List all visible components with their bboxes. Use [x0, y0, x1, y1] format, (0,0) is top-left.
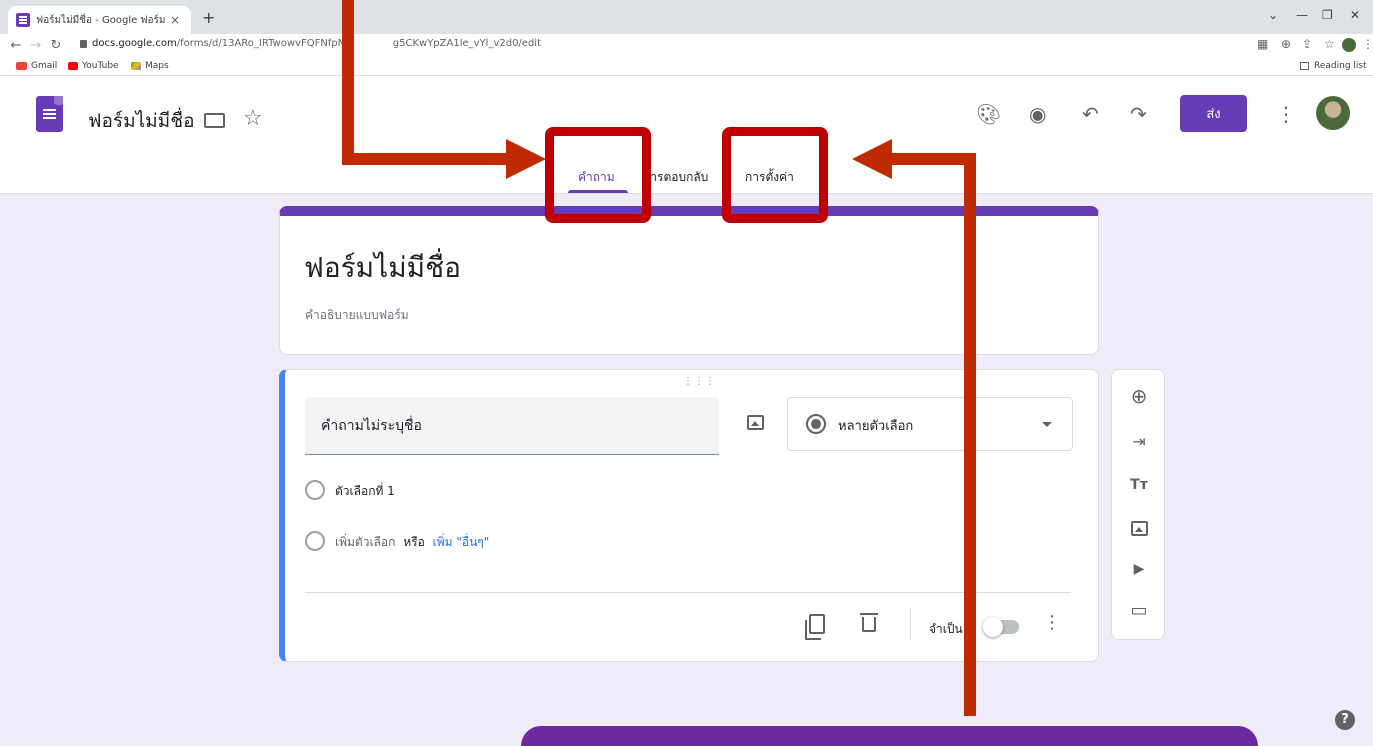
question-title-input[interactable]: คำถามไม่ระบุชื่อ — [305, 397, 719, 455]
highlight-box-settings — [722, 127, 828, 223]
add-image-icon[interactable] — [747, 415, 764, 430]
add-option-radio-icon — [305, 531, 325, 551]
browser-tab[interactable]: ฟอร์มไม่มีชื่อ - Google ฟอร์ม × — [8, 6, 191, 34]
browser-toolbar: ← → ↻ docs.google.com/forms/d/13ARo_IRTw… — [0, 34, 1373, 58]
add-option-link[interactable]: เพิ่มตัวเลือก — [335, 535, 395, 549]
required-label: จำเป็น — [929, 622, 963, 636]
more-options-icon[interactable]: ⋮ — [1276, 102, 1296, 126]
option-1-label[interactable]: ตัวเลือกที่ 1 — [335, 482, 395, 501]
minimize-icon[interactable]: — — [1296, 8, 1308, 22]
or-text: หรือ — [403, 535, 425, 549]
footer-separator — [910, 608, 911, 640]
radio-button-icon — [806, 414, 826, 434]
tab-responses[interactable]: การตอบกลับ — [643, 168, 708, 187]
palette-icon[interactable]: 🎨︎ — [976, 102, 1001, 126]
preview-eye-icon[interactable]: ◉ — [1029, 102, 1046, 126]
youtube-icon — [68, 62, 78, 70]
browser-tab-title: ฟอร์มไม่มีชื่อ - Google ฟอร์ม — [36, 14, 166, 26]
floating-toolbar: ⊕ ⇥ Tт ▶ ▭ — [1111, 369, 1165, 640]
browser-tabstrip: ฟอร์มไม่มีชื่อ - Google ฟอร์ม × + ⌄ — ❐ … — [0, 0, 1373, 34]
toggle-knob — [983, 617, 1003, 637]
tab-search-icon[interactable]: ⌄ — [1268, 8, 1278, 22]
duplicate-icon[interactable] — [805, 614, 825, 640]
forms-favicon-icon — [16, 13, 30, 27]
window-close-icon[interactable]: ✕ — [1350, 8, 1360, 22]
add-title-icon[interactable]: Tт — [1129, 475, 1149, 495]
reload-icon[interactable]: ↻ — [46, 38, 66, 53]
add-question-icon[interactable]: ⊕ — [1129, 384, 1149, 408]
maps-icon — [131, 62, 141, 70]
close-tab-icon[interactable]: × — [167, 13, 183, 27]
share-icon[interactable]: ⇪ — [1302, 37, 1312, 51]
account-avatar[interactable] — [1316, 96, 1350, 130]
forms-logo-icon[interactable] — [36, 96, 63, 132]
highlight-box-questions — [545, 127, 651, 223]
profile-avatar[interactable] — [1342, 38, 1356, 52]
question-footer-divider — [305, 592, 1071, 593]
back-icon[interactable]: ← — [6, 38, 26, 53]
question-more-icon[interactable]: ⋮ — [1043, 612, 1061, 633]
required-toggle[interactable] — [983, 617, 1019, 637]
forward-icon[interactable]: → — [26, 38, 46, 53]
option-radio-icon — [305, 480, 325, 500]
arrow-left-horizontal — [342, 153, 512, 165]
question-type-dropdown[interactable]: หลายตัวเลือก — [787, 397, 1073, 451]
lock-icon — [80, 40, 87, 48]
question-type-label: หลายตัวเลือก — [838, 419, 914, 434]
star-icon[interactable]: ☆ — [243, 106, 263, 131]
reading-list[interactable]: Reading list — [1300, 61, 1367, 71]
arrow-left-vertical — [342, 0, 354, 165]
send-button[interactable]: ส่ง — [1180, 95, 1247, 132]
form-title-card: ฟอร์มไม่มีชื่อ คำอธิบายแบบฟอร์ม — [279, 206, 1099, 355]
purple-banner — [521, 726, 1258, 746]
add-image-tool-icon[interactable] — [1129, 518, 1149, 538]
bookmark-youtube[interactable]: YouTube — [68, 61, 119, 71]
arrow-head-left — [852, 139, 892, 179]
dropdown-arrow-icon — [1042, 422, 1052, 427]
arrow-right-vertical — [964, 153, 976, 716]
address-bar[interactable]: docs.google.com/forms/d/13ARo_IRTwowvFQF… — [92, 38, 541, 49]
drag-handle-icon[interactable]: ⋮⋮⋮ — [683, 376, 716, 387]
reading-list-icon — [1300, 62, 1309, 70]
url-tail: g5CKwYpZA1le_vYl_v2d0/edit — [392, 38, 541, 49]
form-description[interactable]: คำอธิบายแบบฟอร์ม — [305, 306, 409, 325]
redo-icon[interactable]: ↷ — [1130, 102, 1147, 126]
zoom-icon[interactable]: ⊕ — [1281, 37, 1291, 51]
restore-icon[interactable]: ❐ — [1322, 8, 1333, 22]
delete-icon[interactable] — [860, 613, 878, 632]
translate-icon[interactable]: ▦ — [1257, 37, 1268, 51]
bookmark-gmail[interactable]: Gmail — [16, 61, 57, 71]
arrow-head-right — [506, 139, 546, 179]
bookmark-maps[interactable]: Maps — [131, 61, 169, 71]
question-card[interactable]: ⋮⋮⋮ คำถามไม่ระบุชื่อ หลายตัวเลือก ตัวเลื… — [279, 369, 1099, 662]
document-title[interactable]: ฟอร์มไม่มีชื่อ — [88, 106, 195, 136]
bookmarks-bar: Gmail YouTube Maps Reading list — [0, 58, 1373, 76]
new-tab-icon[interactable]: + — [202, 8, 215, 27]
add-option-row: เพิ่มตัวเลือก หรือ เพิ่ม "อื่นๆ" — [335, 533, 489, 552]
add-section-icon[interactable]: ▭ — [1129, 600, 1149, 621]
import-questions-icon[interactable]: ⇥ — [1129, 431, 1149, 451]
forms-header: ฟอร์มไม่มีชื่อ ☆ 🎨︎ ◉ ↶ ↷ ส่ง ⋮ คำถาม กา… — [0, 76, 1373, 194]
url-host: docs.google.com — [92, 38, 177, 49]
help-icon[interactable]: ? — [1335, 710, 1355, 730]
undo-icon[interactable]: ↶ — [1082, 102, 1099, 126]
form-title[interactable]: ฟอร์มไม่มีชื่อ — [304, 246, 461, 290]
gmail-icon — [16, 62, 27, 70]
bookmark-star-icon[interactable]: ☆ — [1324, 37, 1335, 51]
url-path: /forms/d/13ARo_IRTwowvFQFNfpN- — [176, 38, 349, 49]
add-video-icon[interactable]: ▶ — [1129, 559, 1149, 579]
add-other-link[interactable]: เพิ่ม "อื่นๆ" — [433, 535, 490, 549]
browser-menu-icon[interactable]: ⋮ — [1362, 37, 1373, 51]
folder-icon[interactable] — [204, 113, 225, 128]
